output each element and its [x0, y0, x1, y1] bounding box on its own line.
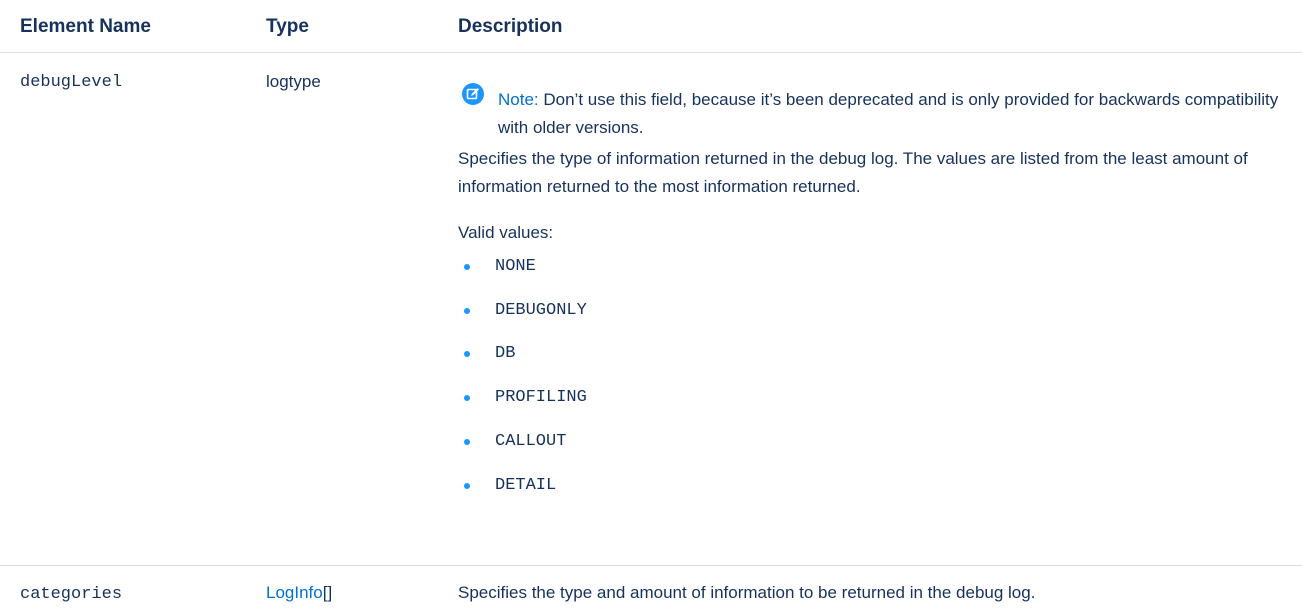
- type-logtype: logtype: [266, 72, 321, 91]
- header-element-name: Element Name: [20, 16, 151, 37]
- bullet-icon: [464, 439, 470, 445]
- bullet-icon: [464, 351, 470, 357]
- bullet-icon: [464, 264, 470, 270]
- bullet-icon: [464, 308, 470, 314]
- bullet-icon: [464, 483, 470, 489]
- edit-note-icon: [462, 83, 484, 105]
- element-name-categories: categories: [20, 585, 123, 604]
- row-divider: [0, 565, 1302, 566]
- array-suffix: []: [322, 583, 333, 602]
- value-item: DETAIL: [495, 476, 557, 495]
- debuglevel-description: Specifies the type of information return…: [458, 149, 1248, 196]
- deprecation-note: Note: Don’t use this field, because it’s…: [498, 86, 1288, 142]
- header-description: Description: [458, 16, 563, 37]
- note-label: Note:: [498, 90, 539, 109]
- value-item: PROFILING: [495, 388, 587, 407]
- header-divider: [0, 52, 1302, 53]
- bullet-icon: [464, 395, 470, 401]
- categories-description: Specifies the type and amount of informa…: [458, 583, 1036, 602]
- value-item: DB: [495, 344, 516, 363]
- loginfo-link[interactable]: LogInfo: [266, 583, 323, 602]
- value-item: NONE: [495, 257, 536, 276]
- valid-values-label: Valid values:: [458, 223, 554, 242]
- header-type: Type: [266, 16, 309, 37]
- value-item: DEBUGONLY: [495, 301, 587, 320]
- value-item: CALLOUT: [495, 432, 567, 451]
- note-text: Don’t use this field, because it’s been …: [498, 90, 1279, 137]
- element-name-debuglevel: debugLevel: [20, 73, 123, 92]
- type-loginfo-array: LogInfo[]: [266, 583, 332, 603]
